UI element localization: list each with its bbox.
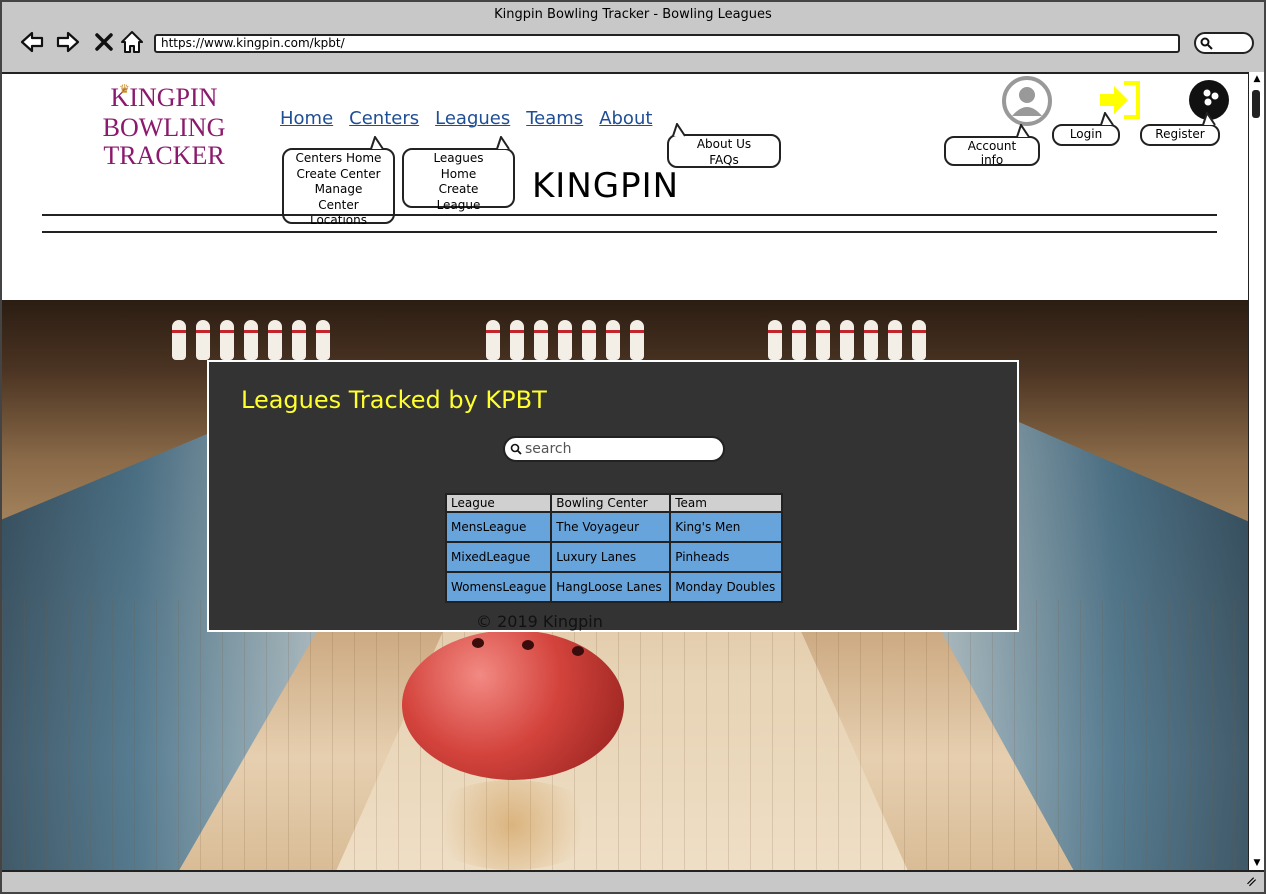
menu-item-leagues[interactable]: Leagues — [408, 151, 509, 167]
table-cell[interactable]: HangLoose Lanes — [550, 571, 672, 603]
site-logo[interactable]: ♛ KINGPIN BOWLING TRACKER — [64, 82, 264, 170]
table-cell[interactable]: MixedLeague — [444, 541, 553, 573]
nav-home[interactable]: Home — [280, 108, 333, 138]
register-button[interactable]: Register — [1140, 124, 1220, 146]
scroll-up-icon[interactable]: ▲ — [1252, 74, 1262, 84]
nav-teams[interactable]: Teams — [526, 108, 583, 138]
column-header-league[interactable]: League — [444, 493, 553, 513]
nav-leagues[interactable]: Leagues — [435, 108, 510, 138]
browser-search-box[interactable] — [1194, 32, 1254, 54]
account-label-line-1: Account — [967, 139, 1017, 153]
ball-reflection — [422, 780, 602, 870]
vertical-scrollbar[interactable]: ▲ ▼ — [1248, 72, 1264, 870]
table-cell[interactable]: Monday Doubles — [669, 571, 784, 603]
browser-toolbar: https://www.kingpin.com/kpbt/ — [2, 24, 1264, 72]
menu-item-center[interactable]: Center — [288, 198, 389, 214]
menu-item-league[interactable]: League — [408, 198, 509, 214]
footer-copyright: © 2019 Kingpin — [476, 612, 603, 631]
callout-tail — [1016, 124, 1030, 138]
brand-title: KINGPIN — [532, 166, 680, 206]
forward-icon[interactable] — [54, 28, 82, 56]
nav-about[interactable]: About — [599, 108, 652, 138]
table-cell[interactable]: Luxury Lanes — [550, 541, 672, 573]
table-row[interactable]: MixedLeague Luxury Lanes Pinheads — [444, 541, 784, 573]
bowling-pins-icon — [486, 320, 644, 360]
table-header-row: League Bowling Center Team — [444, 493, 784, 513]
main-nav: Home Centers Leagues Teams About — [280, 108, 652, 138]
account-info-link[interactable]: Account info — [944, 136, 1040, 167]
callout-tail — [496, 136, 510, 150]
table-row[interactable]: MensLeague The Voyageur King's Men — [444, 511, 784, 543]
callout-tail — [1100, 112, 1114, 126]
back-icon[interactable] — [18, 28, 46, 56]
header-divider — [42, 214, 1217, 216]
table-cell[interactable]: King's Men — [669, 511, 784, 543]
site-header: ♛ KINGPIN BOWLING TRACKER Home Centers L… — [2, 74, 1248, 300]
menu-item-centers-home[interactable]: Centers Home — [288, 151, 389, 167]
table-cell[interactable]: Pinheads — [669, 541, 784, 573]
column-header-team[interactable]: Team — [669, 493, 784, 513]
table-cell[interactable]: The Voyageur — [550, 511, 672, 543]
league-search[interactable] — [503, 436, 725, 462]
callout-tail — [1202, 112, 1216, 126]
scroll-down-icon[interactable]: ▼ — [1252, 858, 1262, 868]
scroll-thumb[interactable] — [1252, 90, 1260, 118]
leagues-panel: Leagues Tracked by KPBT League Bowling C… — [207, 360, 1019, 632]
panel-title: Leagues Tracked by KPBT — [241, 386, 547, 414]
table-cell[interactable]: MensLeague — [444, 511, 553, 543]
callout-tail — [370, 136, 384, 150]
table-cell[interactable]: WomensLeague — [444, 571, 553, 603]
home-icon[interactable] — [118, 28, 146, 56]
leagues-table: League Bowling Center Team MensLeague Th… — [444, 493, 784, 603]
menu-item-create[interactable]: Create — [408, 182, 509, 198]
menu-item-home[interactable]: Home — [408, 167, 509, 183]
menu-item-create-center[interactable]: Create Center — [288, 167, 389, 183]
status-bar: = — [2, 870, 1264, 892]
centers-submenu: Centers Home Create Center Manage Center… — [282, 148, 395, 227]
logo-line-1: KINGPIN — [110, 83, 218, 112]
login-button[interactable]: Login — [1052, 124, 1120, 146]
header-divider — [42, 231, 1217, 233]
bowling-pins-icon — [768, 320, 926, 360]
address-bar[interactable]: https://www.kingpin.com/kpbt/ — [154, 34, 1180, 53]
column-header-bowling-center[interactable]: Bowling Center — [550, 493, 672, 513]
menu-item-faqs[interactable]: FAQs — [673, 153, 775, 169]
table-row[interactable]: WomensLeague HangLoose Lanes Monday Doub… — [444, 571, 784, 603]
resize-grip-icon[interactable]: = — [1242, 872, 1262, 892]
bowling-ball-image — [402, 630, 624, 780]
account-avatar-icon[interactable] — [1002, 76, 1052, 126]
logo-line-2: BOWLING TRACKER — [102, 113, 226, 170]
nav-centers[interactable]: Centers — [349, 108, 419, 138]
search-icon — [1200, 37, 1213, 50]
stop-icon[interactable] — [90, 28, 118, 56]
lane-planks — [2, 600, 1248, 870]
menu-item-about-us[interactable]: About Us — [673, 137, 775, 153]
browser-window: Kingpin Bowling Tracker - Bowling League… — [0, 0, 1266, 894]
callout-tail — [672, 123, 686, 137]
bowling-pins-icon — [172, 320, 330, 360]
menu-item-manage[interactable]: Manage — [288, 182, 389, 198]
search-input[interactable] — [525, 440, 715, 458]
account-label-line-2: info — [980, 153, 1004, 167]
search-icon — [510, 443, 522, 455]
leagues-submenu: Leagues Home Create League — [402, 148, 515, 212]
about-submenu: About Us FAQs — [667, 134, 781, 168]
page-viewport: ♛ KINGPIN BOWLING TRACKER Home Centers L… — [2, 72, 1248, 870]
crown-icon: ♛ — [119, 82, 130, 96]
